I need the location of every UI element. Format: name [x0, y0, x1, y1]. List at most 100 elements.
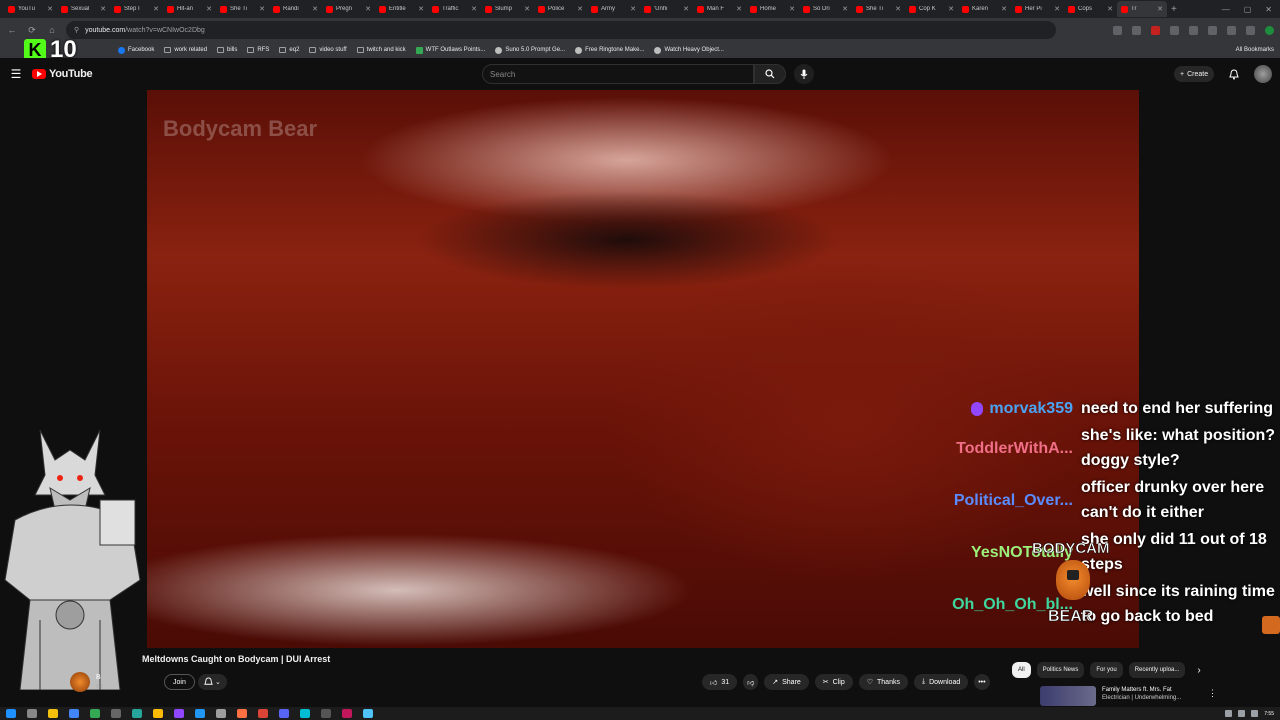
hamburger-menu-icon[interactable]: ☰ [0, 67, 32, 81]
app-icon-purple[interactable] [174, 709, 184, 718]
close-tab-icon[interactable]: ✕ [842, 5, 848, 13]
close-tab-icon[interactable]: ✕ [630, 5, 636, 13]
url-field[interactable]: ⚲ youtube.com/watch?v=wCNIwOc2Dbg [66, 21, 1056, 39]
bookmark-item[interactable]: Watch Heavy Object... [654, 46, 724, 54]
new-tab-icon[interactable]: + [1171, 4, 1177, 15]
like-button[interactable]: 👍︎ 31 [702, 674, 738, 690]
close-tab-icon[interactable]: ✕ [895, 5, 901, 13]
browser-tab[interactable]: Cops ✕ [1064, 1, 1117, 17]
download-button[interactable]: ⤓ Download [913, 674, 969, 690]
browser-tab[interactable]: Traffic ✕ [428, 1, 481, 17]
close-tab-icon[interactable]: ✕ [259, 5, 265, 13]
browser-tab[interactable]: Slump ✕ [481, 1, 534, 17]
volume-icon[interactable] [1251, 710, 1259, 717]
notifications-button[interactable] [1226, 66, 1242, 82]
filter-chip[interactable]: For you [1090, 662, 1123, 678]
recommended-more-icon[interactable]: ⋮ [1208, 688, 1217, 699]
close-window-icon[interactable]: ✕ [1265, 5, 1272, 14]
bookmark-item[interactable]: WTF Outlaws Points... [415, 46, 485, 54]
browser-tab[interactable]: Man F ✕ [693, 1, 746, 17]
search-input[interactable]: Search [482, 64, 754, 84]
close-tab-icon[interactable]: ✕ [47, 5, 53, 13]
chevron-right-icon[interactable]: › [1197, 665, 1200, 676]
app-icon-orange[interactable] [237, 709, 247, 718]
close-tab-icon[interactable]: ✕ [948, 5, 954, 13]
app-icon-blue[interactable] [195, 709, 205, 718]
browser-tab[interactable]: Cop K ✕ [905, 1, 958, 17]
browser-tab[interactable]: Sexual ✕ [57, 1, 110, 17]
network-icon[interactable] [1238, 710, 1246, 717]
thanks-button[interactable]: ♡ Thanks [858, 674, 908, 690]
split-view-icon[interactable] [1208, 25, 1217, 35]
browser-tab[interactable]: Step I ✕ [110, 1, 163, 17]
bookmark-item[interactable]: Free Ringtone Make... [575, 46, 644, 54]
bookmark-item[interactable]: twitch and kick [356, 47, 406, 53]
bookmark-item[interactable]: Facebook [118, 46, 154, 54]
download-icon[interactable] [1227, 25, 1236, 35]
filter-chip[interactable]: Recently uploa... [1128, 662, 1186, 678]
bookmark-item[interactable]: video stuff [309, 47, 347, 53]
app-icon-dark[interactable] [321, 709, 331, 718]
refresh-icon[interactable]: ⟳ [26, 25, 38, 36]
filter-chip[interactable]: All [1012, 662, 1031, 678]
close-tab-icon[interactable]: ✕ [524, 5, 530, 13]
account-avatar[interactable] [1254, 65, 1272, 83]
share-button[interactable]: ↗ Share [764, 674, 809, 690]
create-button[interactable]: + Create [1174, 66, 1215, 82]
minimize-icon[interactable]: — [1222, 5, 1230, 14]
site-info-icon[interactable]: ⚲ [74, 26, 79, 34]
start-icon[interactable] [6, 709, 16, 718]
profile-icon[interactable] [1265, 25, 1274, 35]
bookmark-item[interactable]: Suno 5.0 Prompt Ge... [495, 46, 565, 54]
extension-red-icon[interactable] [1151, 25, 1160, 35]
file-explorer-icon[interactable] [48, 709, 58, 718]
menu-icon[interactable] [1246, 25, 1255, 35]
browser-tab[interactable]: So Dri ✕ [799, 1, 852, 17]
browser-tab[interactable]: 'Unhi ✕ [640, 1, 693, 17]
browser-tab[interactable]: Pregn ✕ [322, 1, 375, 17]
subscription-bell-button[interactable]: ⌄ [198, 674, 227, 690]
more-actions-button[interactable]: ••• [974, 674, 990, 690]
browser-tab[interactable]: Entitle ✕ [375, 1, 428, 17]
channel-avatar[interactable] [70, 672, 90, 692]
close-tab-icon[interactable]: ✕ [1001, 5, 1007, 13]
home-icon[interactable]: ⌂ [46, 25, 58, 35]
recommended-video[interactable]: Family Matters ft. Mrs. Fat Electrician … [1040, 686, 1200, 706]
close-tab-icon[interactable]: ✕ [471, 5, 477, 13]
voice-search-button[interactable] [794, 64, 814, 84]
browser-tab[interactable]: Her Pi ✕ [1011, 1, 1064, 17]
app-icon-cyan[interactable] [300, 709, 310, 718]
close-tab-icon[interactable]: ✕ [736, 5, 742, 13]
clip-button[interactable]: ✂ Clip [814, 674, 853, 690]
filter-chip[interactable]: Politics News [1036, 662, 1085, 678]
browser-tab[interactable]: She Ti ✕ [852, 1, 905, 17]
taskbar-search-icon[interactable] [27, 709, 37, 718]
all-bookmarks-button[interactable]: All Bookmarks [1236, 47, 1280, 53]
browser-tab[interactable]: Randi ✕ [269, 1, 322, 17]
maximize-icon[interactable]: ▢ [1244, 5, 1252, 14]
discord-icon[interactable] [279, 709, 289, 718]
join-button[interactable]: Join [164, 674, 195, 690]
install-icon[interactable] [1113, 25, 1122, 35]
browser-tab[interactable]: YouTu ✕ [4, 1, 57, 17]
close-tab-icon[interactable]: ✕ [312, 5, 318, 13]
app-icon-lightblue[interactable] [363, 709, 373, 718]
close-tab-icon[interactable]: ✕ [153, 5, 159, 13]
recommended-thumbnail[interactable] [1040, 686, 1096, 706]
side-channel-icon[interactable] [1262, 616, 1280, 634]
browser-tab[interactable]: Tr ✕ [1117, 1, 1167, 17]
youtube-logo[interactable]: YouTube [32, 68, 93, 80]
close-tab-icon[interactable]: ✕ [789, 5, 795, 13]
store-icon[interactable] [69, 709, 79, 718]
recommended-title[interactable]: Family Matters ft. Mrs. Fat [1102, 686, 1181, 694]
dislike-button[interactable]: 👎︎ [743, 674, 759, 690]
close-tab-icon[interactable]: ✕ [1107, 5, 1113, 13]
close-tab-icon[interactable]: ✕ [418, 5, 424, 13]
app-icon-yellow[interactable] [153, 709, 163, 718]
close-tab-icon[interactable]: ✕ [577, 5, 583, 13]
browser-tab[interactable]: Police ✕ [534, 1, 587, 17]
clock[interactable]: 7:55 [1264, 711, 1274, 717]
bookmark-item[interactable]: eq2 [279, 47, 299, 53]
app-icon-magenta[interactable] [342, 709, 352, 718]
chevron-up-icon[interactable] [1225, 710, 1233, 717]
